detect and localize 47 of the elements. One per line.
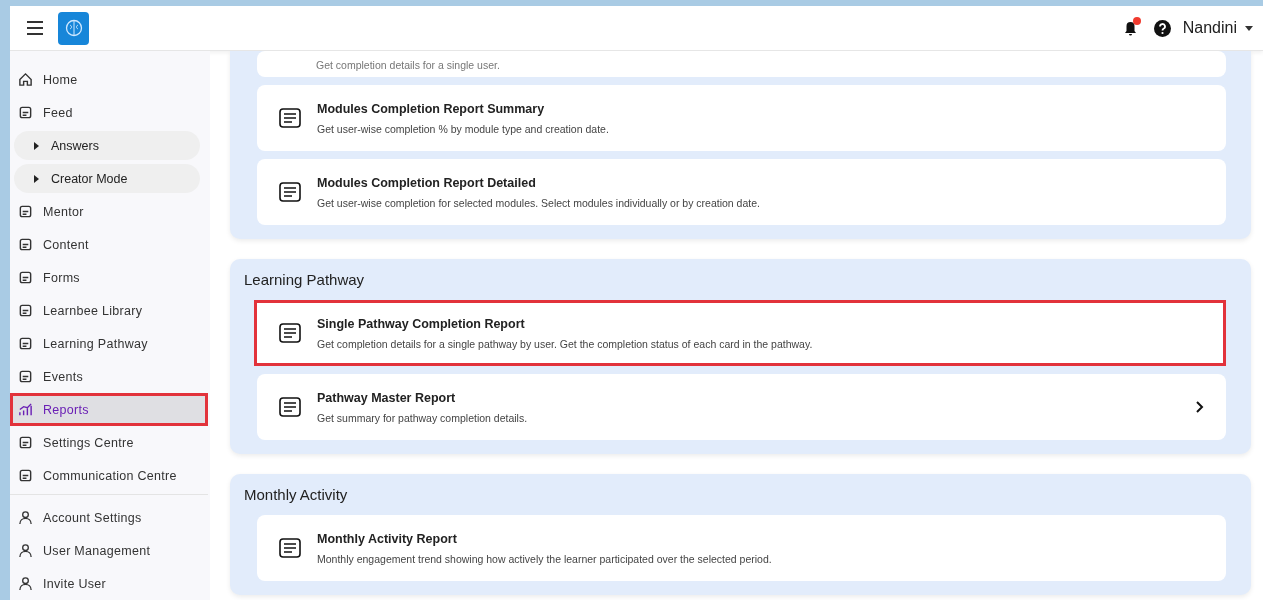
- list-icon: [277, 535, 303, 561]
- chevron-right-icon[interactable]: [1196, 401, 1204, 413]
- sidebar-submenu-item[interactable]: Answers: [14, 131, 200, 160]
- sidebar-item[interactable]: Invite User: [10, 567, 208, 600]
- report-title: Modules Completion Report Summary: [317, 101, 546, 116]
- report-title: Modules Completion Report Detailed: [317, 175, 537, 190]
- report-card[interactable]: Pathway Master Report Get summary for pathway completion details.: [257, 374, 1226, 440]
- caret-right-icon: [34, 174, 39, 183]
- sidebar-item[interactable]: Mentor: [10, 195, 208, 228]
- report-card[interactable]: Modules Completion Report Detailed Get user-wise completion for selected modules. Select modules individually or by creation date.: [257, 159, 1226, 225]
- caret-icon: [1245, 25, 1253, 31]
- report-description: Get user-wise completion for selected modules. Select modules individually or by creation date.: [317, 196, 761, 209]
- sidebar-item[interactable]: Forms: [10, 261, 208, 294]
- sidebar-submenu-item[interactable]: Creator Mode: [14, 164, 200, 193]
- report-card[interactable]: Get completion details for a single user.: [257, 51, 1226, 77]
- section-title: Monthly Activity: [244, 486, 349, 503]
- report-description: Get completion details for a single pathway by user. Get the completion status of each card in the pathway.: [317, 337, 814, 350]
- report-title: Monthly Activity Report: [317, 531, 458, 546]
- report-card[interactable]: Modules Completion Report Summary Get user-wise completion % by module type and creation date.: [257, 85, 1226, 151]
- report-title: Pathway Master Report: [317, 390, 457, 405]
- report-description: Get summary for pathway completion details.: [317, 411, 529, 424]
- sidebar-item[interactable]: Events: [10, 360, 208, 393]
- report-card[interactable]: Monthly Activity Report Monthly engagement trend showing how actively the learner participated over the selected period.: [257, 515, 1226, 581]
- caret-right-icon: [34, 141, 39, 150]
- sidebar-item[interactable]: Home: [10, 63, 208, 96]
- sidebar-item[interactable]: Reports: [10, 393, 208, 426]
- user-menu-button[interactable]: Nandini: [1180, 19, 1255, 37]
- sidebar-item[interactable]: Communication Centre: [10, 459, 208, 492]
- report-description: Monthly engagement trend showing how actively the learner participated over the selected period.: [317, 552, 773, 565]
- sidebar-item[interactable]: User Management: [10, 534, 208, 567]
- sidebar-item[interactable]: Feed: [10, 96, 208, 129]
- sidebar-item[interactable]: Learning Pathway: [10, 327, 208, 360]
- list-icon: [18, 468, 33, 483]
- report-description: Get user-wise completion % by module type and creation date.: [317, 122, 610, 135]
- home-icon: [18, 72, 33, 87]
- help-icon[interactable]: [1153, 19, 1171, 37]
- bar-chart-icon: [18, 402, 33, 417]
- sidebar-item[interactable]: Content: [10, 228, 208, 261]
- sidebar-item[interactable]: Account Settings: [10, 501, 208, 534]
- report-description: Get completion details for a single user.: [316, 59, 501, 71]
- sidebar-item[interactable]: Learnbee Library: [10, 294, 208, 327]
- menu-icon[interactable]: [26, 21, 44, 35]
- section-title: Learning Pathway: [244, 271, 366, 288]
- sidebar-item[interactable]: Settings Centre: [10, 426, 208, 459]
- report-title: Single Pathway Completion Report: [317, 316, 526, 331]
- report-card[interactable]: Single Pathway Completion Report Get completion details for a single pathway by user. Get the completion status of each card in the pathway.: [254, 300, 1226, 366]
- brain-logo-icon[interactable]: [58, 11, 89, 45]
